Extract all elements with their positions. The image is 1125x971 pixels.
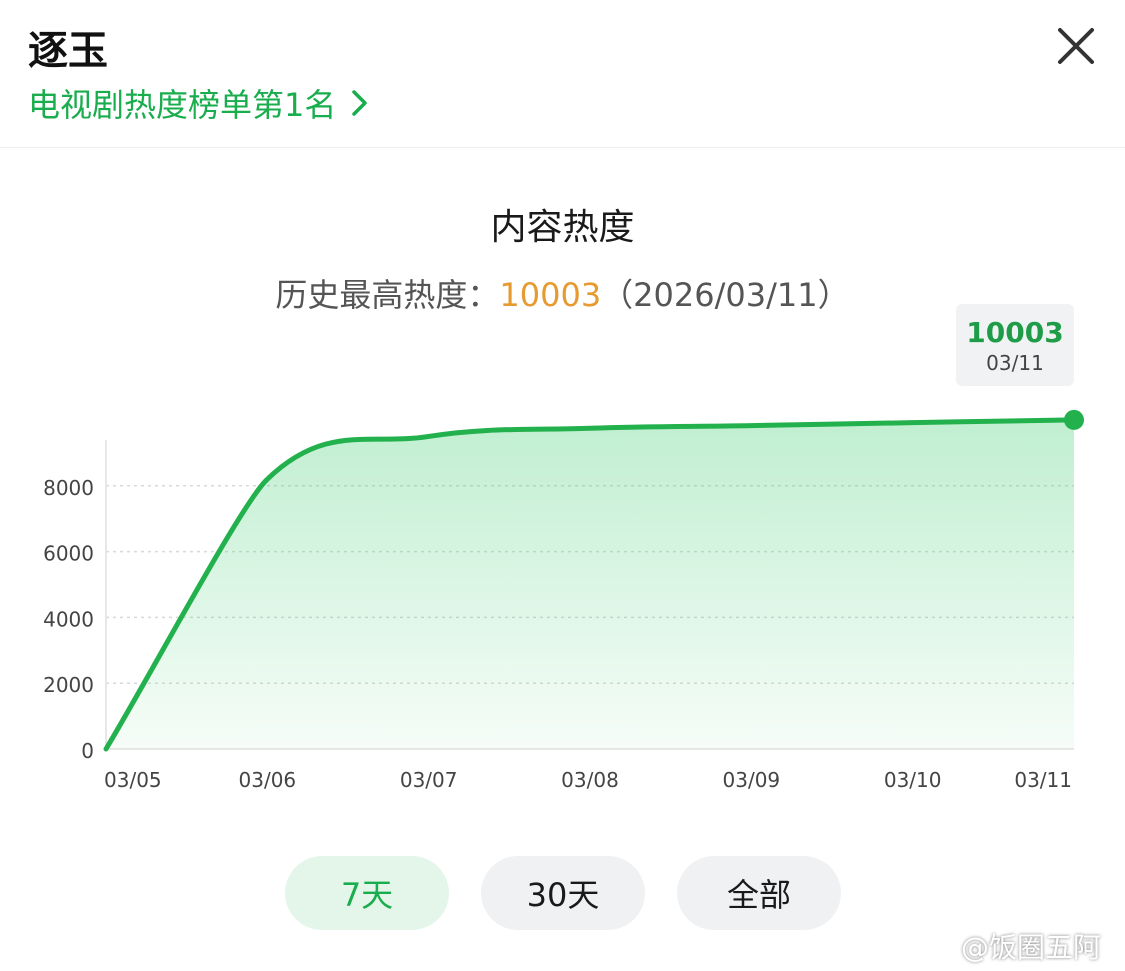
x-tick-label: 03/10 xyxy=(884,768,942,792)
watermark: @饭圈五阿哥 xyxy=(916,926,1125,971)
x-tick-label: 03/09 xyxy=(723,768,781,792)
watermark-text: @饭圈五阿哥 xyxy=(961,931,1102,964)
y-tick-label: 2000 xyxy=(43,673,94,697)
tab-label: 30天 xyxy=(526,876,600,914)
header: 逐玉 电视剧热度榜单第1名 xyxy=(0,0,1125,148)
drama-title: 逐玉 xyxy=(28,28,108,74)
x-tick-label: 03/11 xyxy=(1014,768,1072,792)
chart-tooltip: 10003 03/11 xyxy=(956,304,1074,386)
series-area xyxy=(106,419,1074,749)
tab-all[interactable]: 全部 xyxy=(677,856,841,930)
chevron-right-icon xyxy=(352,90,368,116)
max-heat-value: 10003 xyxy=(499,276,602,314)
x-tick-label: 03/08 xyxy=(561,768,619,792)
rank-link-label: 电视剧热度榜单第1名 xyxy=(28,86,337,124)
tab-label: 7天 xyxy=(340,876,394,914)
tab-7-days[interactable]: 7天 xyxy=(285,856,449,930)
highlight-point xyxy=(1064,409,1084,430)
x-tick-label: 03/07 xyxy=(400,768,458,792)
weibo-icon xyxy=(916,953,954,971)
x-tick-label: 03/05 xyxy=(104,768,162,792)
max-heat-date: （2026/03/11） xyxy=(601,276,850,314)
tab-label: 全部 xyxy=(726,876,791,914)
heat-chart[interactable]: 0 2000 4000 6000 8000 03/05 03/06 03/07 03/08 03/… xyxy=(0,380,1125,800)
y-tick-label: 6000 xyxy=(43,542,94,566)
max-heat-label: 历史最高热度： xyxy=(275,276,500,314)
close-icon[interactable] xyxy=(1054,24,1098,68)
y-tick-label: 8000 xyxy=(43,476,94,500)
tooltip-value: 10003 xyxy=(966,316,1064,349)
heat-card: 逐玉 电视剧热度榜单第1名 内容热度 历史最高热度：10003（2026/03/… xyxy=(0,0,1125,971)
range-tabs: 7天 30天 全部 xyxy=(0,856,1125,930)
chart-title: 内容热度 xyxy=(490,207,635,248)
y-tick-label: 4000 xyxy=(43,607,94,631)
tab-30-days[interactable]: 30天 xyxy=(481,856,645,930)
x-tick-label: 03/06 xyxy=(239,768,297,792)
rank-link[interactable]: 电视剧热度榜单第1名 xyxy=(28,80,370,126)
tooltip-date: 03/11 xyxy=(986,351,1044,375)
y-tick-label: 0 xyxy=(81,739,94,763)
